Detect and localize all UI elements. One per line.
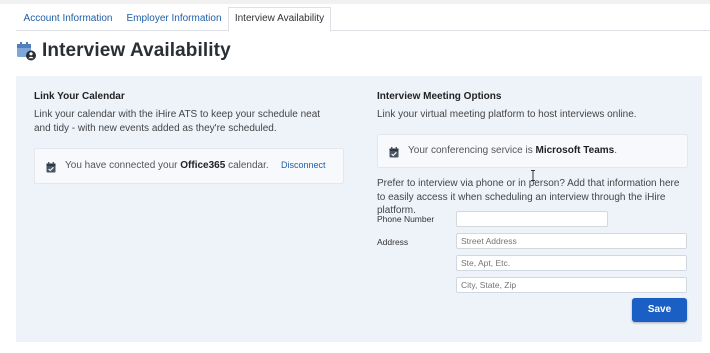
conferencing-prefix: Your conferencing service is [408, 145, 536, 156]
city-state-zip-input[interactable] [456, 277, 687, 293]
conferencing-text: Your conferencing service is Microsoft T… [408, 135, 617, 167]
conferencing-suffix: . [614, 145, 617, 156]
tab-account-information[interactable]: Account Information [16, 8, 120, 30]
calendar-provider: Office365 [180, 160, 226, 171]
calendar-user-icon [16, 41, 36, 61]
suite-input[interactable] [456, 255, 687, 271]
top-bar [0, 0, 710, 4]
conferencing-service: Microsoft Teams [535, 145, 615, 156]
page-title: Interview Availability [42, 40, 231, 61]
tab-interview-availability[interactable]: Interview Availability [228, 7, 331, 32]
calendar-status-text: You have connected your Office365 calend… [65, 149, 269, 183]
street-address-input[interactable] [456, 233, 687, 249]
calendar-heading: Link Your Calendar [34, 91, 125, 102]
meeting-heading: Interview Meeting Options [377, 91, 502, 102]
phone-input[interactable] [456, 211, 608, 227]
disconnect-link[interactable]: Disconnect [281, 160, 326, 170]
text-cursor-icon [531, 168, 535, 181]
tab-employer-information[interactable]: Employer Information [120, 8, 228, 30]
calendar-icon [389, 145, 399, 158]
page-header: Interview Availability [16, 38, 231, 64]
phone-label: Phone Number [377, 214, 435, 224]
tab-bar: Account Information Employer Information… [16, 7, 710, 32]
save-button[interactable]: Save [632, 298, 687, 322]
address-label: Address [377, 237, 409, 247]
calendar-description: Link your calendar with the iHire ATS to… [34, 109, 321, 134]
calendar-icon [46, 160, 56, 173]
availability-panel: Link Your Calendar Link your calendar wi… [16, 76, 702, 342]
calendar-status-prefix: You have connected your [65, 160, 181, 171]
calendar-status-suffix: calendar. [225, 160, 269, 171]
meeting-description: Link your virtual meeting platform to ho… [377, 109, 637, 120]
calendar-status-card: You have connected your Office365 calend… [34, 148, 344, 184]
conferencing-card: Your conferencing service is Microsoft T… [377, 134, 688, 168]
